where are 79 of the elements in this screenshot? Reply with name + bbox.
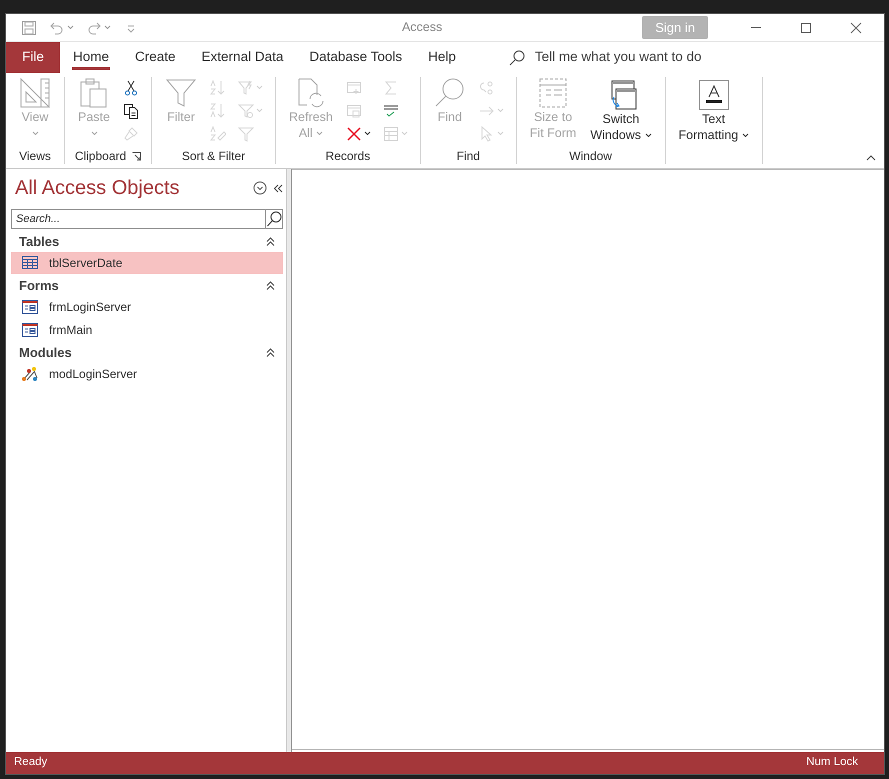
size-to-fit-icon: [537, 77, 570, 109]
scissors-icon: [123, 80, 139, 96]
form-icon: [21, 321, 39, 339]
ribbon-tab[interactable]: Home: [60, 42, 122, 73]
ribbon-button[interactable]: Text Formatting: [676, 77, 752, 143]
new-record-icon: [346, 80, 362, 96]
group-label: Find: [456, 148, 480, 165]
ribbon-tab[interactable]: Database Tools: [296, 42, 416, 73]
form-icon: [21, 298, 39, 316]
spelling-check-icon: [382, 102, 399, 118]
ribbon-tab[interactable]: External Data: [188, 42, 296, 73]
caret-icon: [496, 131, 504, 136]
sigma-icon: [382, 80, 399, 96]
search-field[interactable]: Search...: [11, 209, 265, 229]
section-title: Modules: [19, 344, 73, 362]
caret-icon: [256, 108, 263, 113]
caret-icon: [364, 131, 371, 136]
dialog-launcher-icon[interactable]: [132, 152, 142, 160]
text-format-icon: [698, 79, 730, 111]
file-tab[interactable]: File: [6, 42, 60, 73]
dropdown-icon[interactable]: [253, 181, 267, 195]
delete-icon: [346, 126, 362, 142]
nav-pane-title: All Access Objects: [15, 176, 181, 201]
group-label: Sort & Filter: [182, 148, 246, 165]
more-records-icon: [382, 126, 399, 142]
close-icon: [850, 22, 862, 34]
group-label: Clipboard: [74, 148, 126, 165]
section-title: Forms: [19, 276, 60, 295]
caret-icon: [104, 25, 111, 30]
pointer-icon: [478, 126, 495, 142]
sort-ascending-icon: [210, 80, 226, 96]
filter-gear-icon: [238, 102, 254, 118]
collapse-section-icon[interactable]: [266, 236, 275, 246]
caret-icon: [496, 108, 504, 113]
caret-icon: [67, 25, 74, 30]
filter-icon: [165, 77, 197, 109]
tell-me-field[interactable]: Tell me what you want to do: [534, 47, 702, 68]
caret-icon: [90, 131, 98, 136]
paintbrush-icon: [123, 126, 139, 142]
status-text: Num Lock: [806, 755, 858, 770]
ribbon-tab[interactable]: Help: [415, 42, 469, 73]
undo-icon: [49, 20, 65, 36]
caret-icon: [400, 131, 408, 136]
caret-icon: [256, 85, 263, 90]
replace-icon: [478, 80, 495, 96]
status-text: Ready: [14, 755, 48, 770]
caret-icon: [316, 131, 324, 136]
nav-item[interactable]: frmMain: [11, 319, 283, 341]
caret-icon: [644, 133, 652, 138]
sort-descending-icon: [210, 102, 226, 118]
filter-icon: [238, 126, 254, 142]
save-record-icon: [346, 102, 362, 118]
ribbon-tab[interactable]: Create: [122, 42, 189, 73]
window-title: Access: [400, 19, 444, 36]
caret-icon: [742, 133, 749, 138]
section-title: Tables: [19, 232, 60, 251]
ribbon-button[interactable]: Switch Windows: [587, 77, 654, 143]
nav-item[interactable]: frmLoginServer: [11, 296, 283, 318]
search-icon: [508, 50, 525, 66]
module-icon: [21, 365, 39, 383]
group-label: Views: [19, 148, 51, 165]
group-label: Records: [326, 148, 370, 165]
maximize-icon: [800, 22, 812, 34]
group-label: Window: [569, 148, 612, 165]
redo-icon: [86, 20, 102, 36]
table-icon: [21, 254, 39, 272]
magnifier-icon: [434, 77, 466, 109]
copy-icon: [123, 102, 139, 118]
collapse-section-icon[interactable]: [266, 280, 275, 290]
filter-lightning-icon: [238, 80, 254, 96]
nav-item[interactable]: tblServerDate: [11, 252, 283, 274]
caret-icon: [32, 131, 38, 136]
clear-sort-icon: [210, 126, 226, 142]
search-button[interactable]: [265, 209, 283, 229]
collapse-pane-icon[interactable]: [273, 184, 283, 192]
save-icon: [21, 20, 37, 36]
nav-item[interactable]: modLoginServer: [11, 363, 283, 385]
collapse-section-icon[interactable]: [266, 348, 275, 358]
ruler-triangle-icon: [19, 77, 51, 109]
